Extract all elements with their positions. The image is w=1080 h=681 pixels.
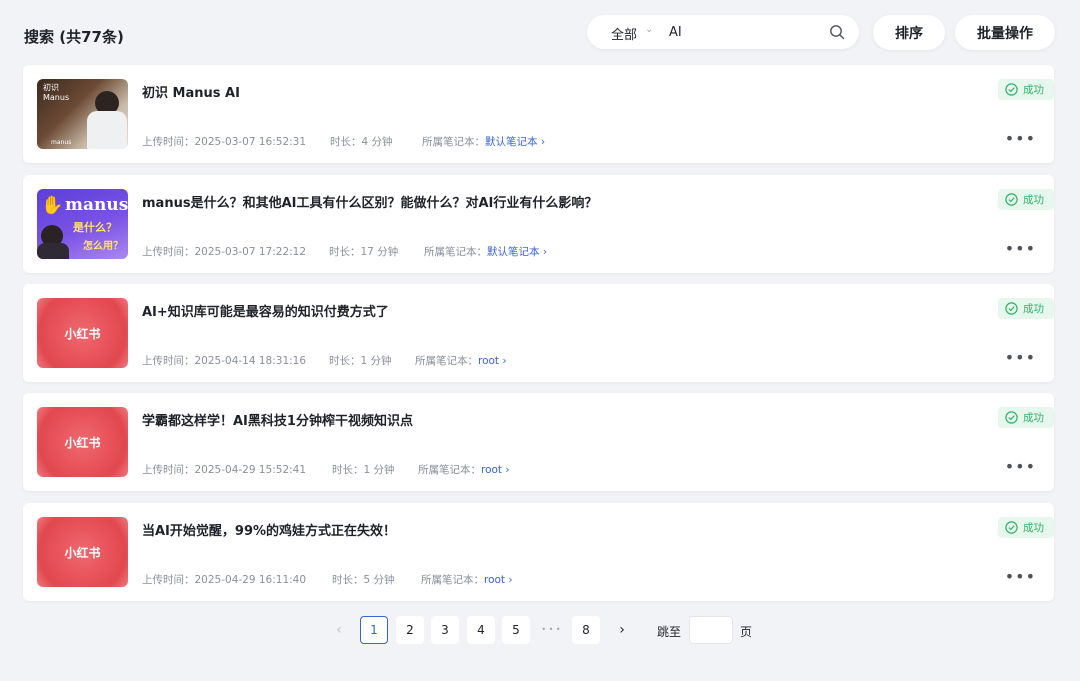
notebook-link[interactable]: root › — [484, 574, 513, 586]
page-suffix-label: 页 — [740, 625, 753, 639]
duration: 5 分钟 — [363, 574, 395, 586]
jump-page-input[interactable] — [689, 616, 733, 644]
item-meta: 上传时间：2025-03-07 16:52:31 时长：4 分钟 所属笔记本：默… — [142, 136, 546, 148]
xiaohongshu-logo: 小红书 — [64, 326, 101, 341]
xiaohongshu-thumbnail[interactable]: 小红书 — [37, 517, 128, 587]
status-badge: 成功 — [998, 79, 1054, 100]
video-thumbnail[interactable]: ✋ manus 是什么？ 怎么用？ — [37, 189, 128, 259]
upload-time: 2025-04-14 18:31:16 — [194, 355, 307, 367]
result-card[interactable]: 小红书 AI+知识库可能是最容易的知识付费方式了 上传时间：2025-04-14… — [23, 284, 1054, 382]
category-filter-select[interactable]: 全部 — [611, 24, 637, 43]
thumb-text: manus — [51, 139, 72, 146]
status-badge: 成功 — [998, 517, 1054, 538]
item-meta: 上传时间：2025-03-07 17:22:12 时长：17 分钟 所属笔记本：… — [142, 246, 548, 258]
page-2-button[interactable]: 2 — [396, 616, 424, 644]
status-badge: 成功 — [998, 407, 1054, 428]
hand-logo-icon: ✋ — [41, 195, 64, 216]
person-body — [37, 243, 69, 259]
thumb-text: manus — [65, 195, 128, 215]
xiaohongshu-thumbnail[interactable]: 小红书 — [37, 407, 128, 477]
item-meta: 上传时间：2025-04-29 15:52:41 时长：1 分钟 所属笔记本：r… — [142, 464, 510, 476]
check-circle-icon — [1005, 411, 1018, 424]
xiaohongshu-logo: 小红书 — [64, 435, 101, 450]
duration: 1 分钟 — [360, 355, 392, 367]
result-card[interactable]: 小红书 学霸都这样学！AI黑科技1分钟榨干视频知识点 上传时间：2025-04-… — [23, 393, 1054, 491]
item-title[interactable]: 当AI开始觉醒，99%的鸡娃方式正在失效！ — [142, 520, 396, 539]
more-options-icon[interactable]: ••• — [1005, 350, 1036, 366]
more-options-icon[interactable]: ••• — [1005, 459, 1036, 475]
next-page-button[interactable]: › — [612, 616, 632, 644]
check-circle-icon — [1005, 83, 1018, 96]
upload-time: 2025-04-29 16:11:40 — [194, 574, 307, 586]
more-options-icon[interactable]: ••• — [1005, 131, 1036, 147]
item-title[interactable]: manus是什么？和其他AI工具有什么区别？能做什么？对AI行业有什么影响？ — [142, 192, 597, 211]
chevron-right-icon: › — [502, 355, 507, 367]
duration: 17 分钟 — [360, 246, 399, 258]
chevron-right-icon: › — [542, 246, 548, 258]
result-card[interactable]: 小红书 当AI开始觉醒，99%的鸡娃方式正在失效！ 上传时间：2025-04-2… — [23, 503, 1054, 601]
batch-operation-button[interactable]: 批量操作 — [955, 15, 1055, 50]
prev-page-button[interactable]: ‹ — [329, 616, 349, 644]
page-3-button[interactable]: 3 — [431, 616, 459, 644]
more-options-icon[interactable]: ••• — [1005, 569, 1036, 585]
thumb-text: 怎么用？ — [83, 241, 123, 252]
notebook-link[interactable]: root › — [478, 355, 507, 367]
jump-to-label: 跳至 — [657, 625, 682, 639]
thumb-text: Manus — [43, 93, 70, 102]
notebook-link[interactable]: 默认笔记本 › — [485, 136, 545, 148]
chevron-right-icon: › — [540, 136, 546, 148]
thumb-text: 是什么？ — [73, 221, 117, 234]
chevron-right-icon: › — [505, 464, 510, 476]
status-badge: 成功 — [998, 298, 1054, 319]
item-title[interactable]: 初识 Manus AI — [142, 82, 240, 101]
notebook-link[interactable]: root › — [481, 464, 510, 476]
person-body — [87, 111, 127, 149]
item-title[interactable]: 学霸都这样学！AI黑科技1分钟榨干视频知识点 — [142, 410, 413, 429]
upload-time: 2025-03-07 16:52:31 — [194, 136, 307, 148]
chevron-down-icon[interactable]: ⌄ — [645, 24, 653, 35]
page-1-button[interactable]: 1 — [360, 616, 388, 644]
upload-time: 2025-04-29 15:52:41 — [194, 464, 307, 476]
chevron-right-icon: › — [508, 574, 513, 586]
search-input[interactable] — [669, 21, 819, 43]
page-4-button[interactable]: 4 — [467, 616, 495, 644]
more-options-icon[interactable]: ••• — [1005, 241, 1036, 257]
duration: 1 分钟 — [363, 464, 395, 476]
status-badge: 成功 — [998, 189, 1054, 210]
result-card[interactable]: ✋ manus 是什么？ 怎么用？ manus是什么？和其他AI工具有什么区别？… — [23, 175, 1054, 273]
page-title: 搜索 (共77条) — [24, 28, 124, 46]
check-circle-icon — [1005, 521, 1018, 534]
page-8-button[interactable]: 8 — [572, 616, 600, 644]
xiaohongshu-thumbnail[interactable]: 小红书 — [37, 298, 128, 368]
search-icon[interactable] — [829, 24, 845, 40]
upload-time: 2025-03-07 17:22:12 — [194, 246, 307, 258]
header: 搜索 (共77条) 全部 ⌄ 排序 批量操作 — [0, 0, 1080, 64]
thumb-text: 初识 — [43, 83, 59, 92]
notebook-link[interactable]: 默认笔记本 › — [487, 246, 547, 258]
xiaohongshu-logo: 小红书 — [64, 545, 101, 560]
item-title[interactable]: AI+知识库可能是最容易的知识付费方式了 — [142, 301, 389, 320]
check-circle-icon — [1005, 193, 1018, 206]
item-meta: 上传时间：2025-04-29 16:11:40 时长：5 分钟 所属笔记本：r… — [142, 574, 513, 586]
video-thumbnail[interactable]: 初识 Manus manus — [37, 79, 128, 149]
sort-button[interactable]: 排序 — [873, 15, 945, 50]
more-pages-ellipsis[interactable]: • • • — [537, 616, 565, 644]
check-circle-icon — [1005, 302, 1018, 315]
page-5-button[interactable]: 5 — [502, 616, 530, 644]
item-meta: 上传时间：2025-04-14 18:31:16 时长：1 分钟 所属笔记本：r… — [142, 355, 507, 367]
duration: 4 分钟 — [361, 136, 393, 148]
pagination: ‹ 1 2 3 4 5 • • • 8 › 跳至 页 — [0, 616, 1080, 644]
search-box: 全部 ⌄ — [587, 15, 859, 49]
result-card[interactable]: 初识 Manus manus 初识 Manus AI 上传时间：2025-03-… — [23, 65, 1054, 163]
